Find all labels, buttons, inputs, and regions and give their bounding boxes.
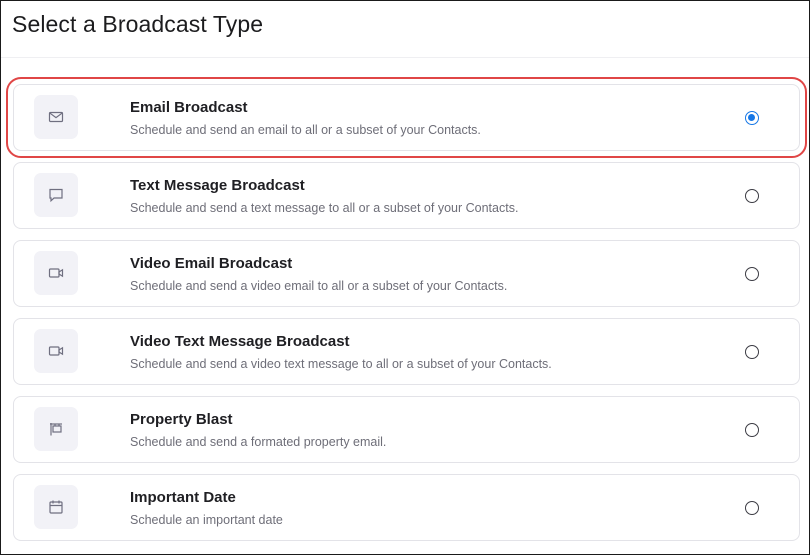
option-video-text-message-broadcast[interactable]: Video Text Message Broadcast Schedule an… xyxy=(13,318,800,385)
option-title: Property Blast xyxy=(130,411,233,428)
option-description: Schedule and send a video email to all o… xyxy=(130,279,508,293)
option-important-date[interactable]: Important Date Schedule an important dat… xyxy=(13,474,800,541)
option-description: Schedule and send an email to all or a s… xyxy=(130,123,481,137)
option-description: Schedule and send a video text message t… xyxy=(130,357,552,371)
title-divider xyxy=(1,57,809,58)
radio-video-text-message-broadcast[interactable] xyxy=(745,345,759,359)
option-text-message-broadcast[interactable]: Text Message Broadcast Schedule and send… xyxy=(13,162,800,229)
property-sign-icon xyxy=(34,407,78,451)
radio-property-blast[interactable] xyxy=(745,423,759,437)
envelope-icon xyxy=(34,95,78,139)
chat-bubble-icon xyxy=(34,173,78,217)
option-email-broadcast[interactable]: Email Broadcast Schedule and send an ema… xyxy=(6,77,807,158)
option-property-blast[interactable]: Property Blast Schedule and send a forma… xyxy=(13,396,800,463)
option-title: Email Broadcast xyxy=(130,99,248,116)
option-title: Important Date xyxy=(130,489,236,506)
broadcast-option-list: Email Broadcast Schedule and send an ema… xyxy=(6,77,807,552)
calendar-icon xyxy=(34,485,78,529)
option-description: Schedule and send a text message to all … xyxy=(130,201,519,215)
page-title: Select a Broadcast Type xyxy=(12,11,264,37)
option-title: Video Text Message Broadcast xyxy=(130,333,350,350)
option-description: Schedule an important date xyxy=(130,513,283,527)
radio-important-date[interactable] xyxy=(745,501,759,515)
option-description: Schedule and send a formated property em… xyxy=(130,435,387,449)
radio-email-broadcast[interactable] xyxy=(745,111,759,125)
broadcast-type-dialog: Select a Broadcast Type Email Broadcast … xyxy=(0,0,810,555)
video-camera-icon xyxy=(34,251,78,295)
radio-video-email-broadcast[interactable] xyxy=(745,267,759,281)
option-title: Video Email Broadcast xyxy=(130,255,293,272)
option-title: Text Message Broadcast xyxy=(130,177,305,194)
option-video-email-broadcast[interactable]: Video Email Broadcast Schedule and send … xyxy=(13,240,800,307)
video-camera-icon xyxy=(34,329,78,373)
radio-text-message-broadcast[interactable] xyxy=(745,189,759,203)
